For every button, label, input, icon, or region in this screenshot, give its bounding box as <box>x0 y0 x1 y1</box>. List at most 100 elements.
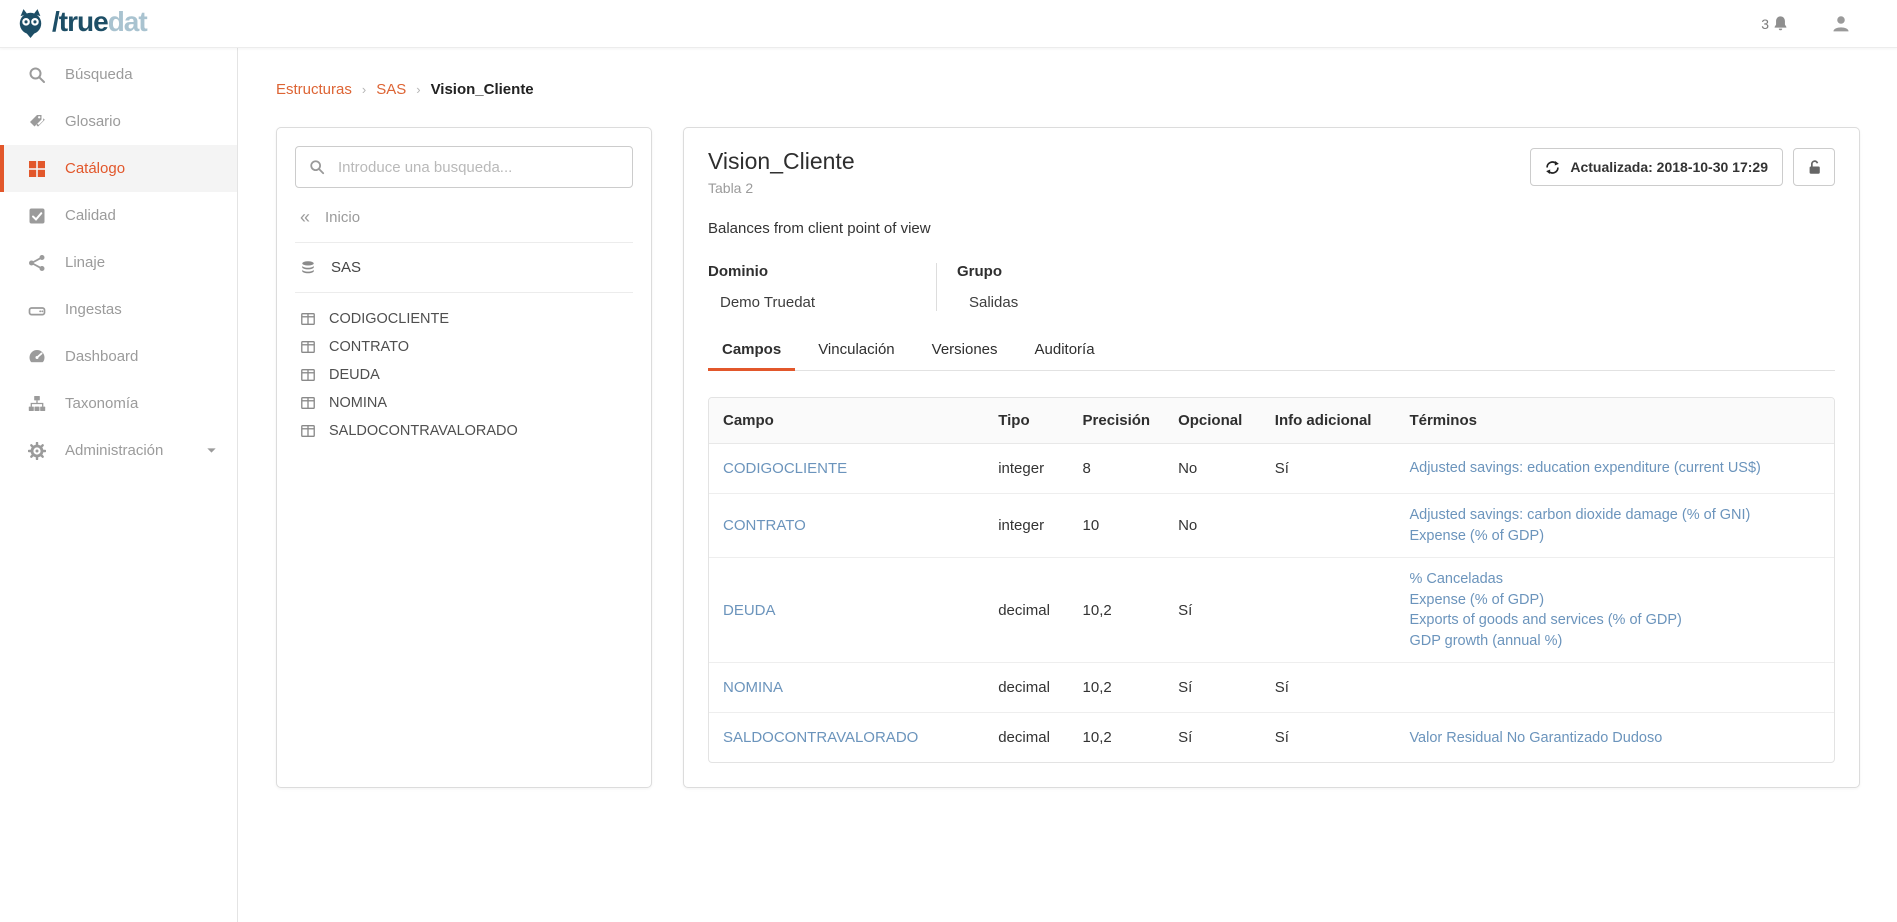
structure-explorer-panel: « Inicio SAS <box>276 127 652 788</box>
sidebar: Búsqueda Glosario Catálogo Calidad L <box>0 48 238 922</box>
detail-tabs: Campos Vinculación Versiones Auditoría <box>708 341 1835 371</box>
domain-block: Dominio Demo Truedat <box>708 263 936 311</box>
sidebar-item-label: Calidad <box>65 207 116 224</box>
unlock-icon <box>1806 159 1823 176</box>
cell-tipo: decimal <box>984 558 1068 663</box>
truedat-logo[interactable]: /truedat <box>14 7 147 40</box>
cell-tipo: decimal <box>984 713 1068 763</box>
cell-opcional: Sí <box>1164 663 1261 713</box>
sidebar-item-catalogo[interactable]: Catálogo <box>0 145 237 192</box>
unlock-button[interactable] <box>1793 148 1835 186</box>
sidebar-item-calidad[interactable]: Calidad <box>0 192 237 239</box>
field-link[interactable]: NOMINA <box>723 679 783 696</box>
cell-opcional: No <box>1164 494 1261 558</box>
explorer-search <box>295 146 633 188</box>
structure-description: Balances from client point of view <box>708 220 1835 237</box>
sidebar-item-dashboard[interactable]: Dashboard <box>0 333 237 380</box>
sidebar-item-taxonomia[interactable]: Taxonomía <box>0 380 237 427</box>
table-tree: CODIGOCLIENTE CONTRATO <box>295 293 633 445</box>
tree-item-saldocontravalorado[interactable]: SALDOCONTRAVALORADO <box>295 417 633 445</box>
term-link[interactable]: % Canceladas <box>1409 569 1820 590</box>
column-header-info-adicional: Info adicional <box>1261 398 1396 444</box>
table-columns-icon <box>300 339 316 355</box>
sidebar-item-label: Dashboard <box>65 348 138 365</box>
term-link[interactable]: Adjusted savings: carbon dioxide damage … <box>1409 505 1820 526</box>
group-block: Grupo Salidas <box>936 263 1835 311</box>
search-input[interactable] <box>336 158 619 177</box>
explorer-system-label: SAS <box>331 259 361 276</box>
term-link[interactable]: Expense (% of GDP) <box>1409 590 1820 611</box>
detail-actions: Actualizada: 2018-10-30 17:29 <box>1530 148 1835 186</box>
tags-icon <box>28 113 46 131</box>
tab-auditoría[interactable]: Auditoría <box>1021 341 1109 370</box>
table-columns-icon <box>300 423 316 439</box>
sidebar-item-busqueda[interactable]: Búsqueda <box>0 51 237 98</box>
cell-tipo: integer <box>984 444 1068 494</box>
tree-item-label: NOMINA <box>329 395 387 411</box>
table-columns-icon <box>300 395 316 411</box>
tree-item-deuda[interactable]: DEUDA <box>295 361 633 389</box>
table-columns-icon <box>300 311 316 327</box>
explorer-back-home[interactable]: « Inicio <box>295 192 633 243</box>
sidebar-item-label: Administración <box>65 442 163 459</box>
tree-item-nomina[interactable]: NOMINA <box>295 389 633 417</box>
logo-text: /truedat <box>52 8 147 39</box>
tree-item-codigocliente[interactable]: CODIGOCLIENTE <box>295 305 633 333</box>
main-layout: Búsqueda Glosario Catálogo Calidad L <box>0 48 1897 922</box>
breadcrumb: Estructuras › SAS › Vision_Cliente <box>276 81 1860 98</box>
term-link[interactable]: Valor Residual No Garantizado Dudoso <box>1409 728 1820 749</box>
breadcrumb-link-estructuras[interactable]: Estructuras <box>276 81 352 98</box>
content-area: Estructuras › SAS › Vision_Cliente <box>238 48 1897 922</box>
sidebar-item-linaje[interactable]: Linaje <box>0 239 237 286</box>
term-link[interactable]: GDP growth (annual %) <box>1409 631 1820 652</box>
cell-precision: 8 <box>1069 444 1165 494</box>
topbar-actions: 3 <box>1761 14 1871 34</box>
cell-precision: 10 <box>1069 494 1165 558</box>
table-row: NOMINA decimal 10,2 Sí Sí <box>709 663 1834 713</box>
tree-item-label: CODIGOCLIENTE <box>329 311 449 327</box>
sidebar-item-administracion[interactable]: Administración <box>0 427 237 474</box>
column-header-tipo: Tipo <box>984 398 1068 444</box>
cell-opcional: Sí <box>1164 558 1261 663</box>
tab-vinculación[interactable]: Vinculación <box>804 341 908 370</box>
cell-info-adicional: Sí <box>1261 713 1396 763</box>
user-avatar[interactable] <box>1831 14 1851 34</box>
term-link[interactable]: Adjusted savings: education expenditure … <box>1409 458 1820 479</box>
breadcrumb-link-sas[interactable]: SAS <box>376 81 406 98</box>
field-link[interactable]: CODIGOCLIENTE <box>723 460 847 477</box>
sidebar-item-label: Catálogo <box>65 160 125 177</box>
cell-terminos <box>1395 663 1834 713</box>
tree-item-label: SALDOCONTRAVALORADO <box>329 423 518 439</box>
term-link[interactable]: Exports of goods and services (% of GDP) <box>1409 610 1820 631</box>
explorer-system-sas[interactable]: SAS <box>295 243 633 293</box>
cell-tipo: integer <box>984 494 1068 558</box>
tab-versiones[interactable]: Versiones <box>918 341 1012 370</box>
refresh-updated-button[interactable]: Actualizada: 2018-10-30 17:29 <box>1530 148 1783 186</box>
detail-title-block: Vision_Cliente Tabla 2 <box>708 148 855 196</box>
structure-detail-panel: Vision_Cliente Tabla 2 <box>683 127 1860 788</box>
chevron-down-icon <box>204 443 219 458</box>
notifications-button[interactable]: 3 <box>1761 15 1789 32</box>
domain-value: Demo Truedat <box>708 294 936 311</box>
bell-icon <box>1772 15 1789 32</box>
breadcrumb-separator: › <box>362 82 366 97</box>
field-link[interactable]: CONTRATO <box>723 517 806 534</box>
sidebar-item-label: Glosario <box>65 113 121 130</box>
search-icon <box>309 159 325 175</box>
cell-precision: 10,2 <box>1069 713 1165 763</box>
table-row: CODIGOCLIENTE integer 8 No Sí Adjusted s… <box>709 444 1834 494</box>
cell-terminos: % CanceladasExpense (% of GDP)Exports of… <box>1395 558 1834 663</box>
tab-campos[interactable]: Campos <box>708 341 795 370</box>
gauge-icon <box>28 348 46 366</box>
owl-logo-icon <box>14 7 47 40</box>
term-link[interactable]: Expense (% of GDP) <box>1409 526 1820 547</box>
check-icon <box>28 207 46 225</box>
sidebar-item-ingestas[interactable]: Ingestas <box>0 286 237 333</box>
field-link[interactable]: DEUDA <box>723 602 776 619</box>
sidebar-item-glosario[interactable]: Glosario <box>0 98 237 145</box>
field-link[interactable]: SALDOCONTRAVALORADO <box>723 729 918 746</box>
tree-item-contrato[interactable]: CONTRATO <box>295 333 633 361</box>
fields-table-wrap: Campo Tipo Precisión Opcional Info adici… <box>708 397 1835 763</box>
share-icon <box>28 254 46 272</box>
cell-terminos: Adjusted savings: carbon dioxide damage … <box>1395 494 1834 558</box>
